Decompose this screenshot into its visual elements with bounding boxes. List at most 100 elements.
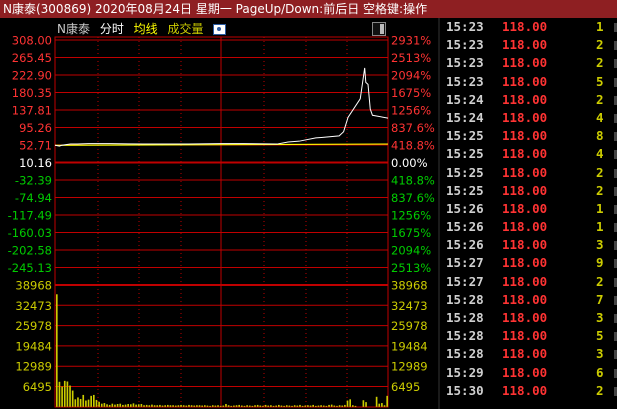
tick-price: 118.00: [502, 164, 548, 180]
volume-bar: [114, 404, 116, 407]
volume-bar: [161, 405, 164, 407]
volume-bar: [74, 399, 77, 407]
volume-bar: [156, 405, 159, 407]
volume-bar: [93, 394, 95, 407]
tick-volume: 2: [596, 382, 604, 398]
volume-bar: [151, 404, 153, 407]
volume-bar: [241, 405, 243, 407]
volume-bar: [201, 405, 203, 407]
volume-bar: [82, 394, 85, 407]
volume-bar: [69, 385, 71, 407]
tick-price: 118.00: [502, 219, 548, 235]
volume-bar: [196, 405, 198, 407]
tick-volume: 2: [596, 37, 604, 53]
volume-bar: [386, 395, 388, 407]
tick-time: 15:29: [446, 364, 484, 380]
camera-icon[interactable]: [213, 24, 227, 35]
volume-bar: [198, 405, 201, 407]
volume-bar: [135, 404, 137, 407]
tick-volume: 6: [596, 364, 604, 380]
volume-bar: [325, 405, 328, 407]
tick-volume: 7: [596, 291, 604, 307]
tick-row: 15:24 118.00 4: [440, 109, 617, 127]
volume-bar: [336, 405, 338, 407]
tick-volume: 1: [596, 200, 604, 216]
volume-bar: [301, 405, 304, 407]
tick-time: 15:28: [446, 346, 484, 362]
volume-bar: [103, 403, 106, 407]
tick-row: 15:26 118.00 3: [440, 236, 617, 254]
volume-bar: [130, 404, 132, 407]
volume-bar: [209, 405, 211, 407]
tick-volume: 2: [596, 273, 604, 289]
tick-volume: 5: [596, 73, 604, 89]
tick-volume: 4: [596, 109, 604, 125]
volume-bar: [285, 405, 288, 407]
volume-tick-label-right: 25978: [391, 319, 428, 333]
tick-list: 15:23 118.00 1 15:23 118.00 2 15:23 118.00 2 15:2…: [440, 18, 617, 400]
tick-price: 118.00: [502, 291, 548, 307]
volume-button[interactable]: 成交量: [168, 22, 204, 36]
price-tick-label: 95.26: [19, 121, 52, 135]
volume-tick-label-right: 6495: [391, 380, 420, 394]
volume-bar: [333, 405, 336, 407]
tick-row: 15:26 118.00 1: [440, 200, 617, 218]
volume-tick-label-right: 38968: [391, 279, 428, 293]
volume-bar: [288, 405, 291, 407]
price-tick-label: 222.90: [12, 69, 52, 83]
volume-bar: [148, 405, 151, 407]
tick-volume: 3: [596, 310, 604, 325]
tick-row: 15:29 118.00 6: [440, 364, 617, 382]
volume-bar: [307, 405, 309, 407]
volume-bar: [79, 398, 82, 407]
volume-bar: [230, 405, 233, 407]
volume-bar: [106, 404, 108, 407]
tick-time: 15:23: [446, 19, 484, 34]
tick-time: 15:27: [446, 255, 484, 271]
volume-bar: [167, 404, 169, 407]
price-tick-label: 137.81: [12, 104, 52, 118]
pct-tick-label: 1675%: [391, 226, 431, 240]
panel-toggle-button[interactable]: [372, 22, 386, 36]
volume-bar: [204, 405, 206, 407]
chart-toolbar: N康泰 分时 均线 成交量: [57, 21, 232, 37]
volume-bar: [354, 405, 357, 407]
volume-bar: [248, 405, 251, 407]
tick-volume: 2: [596, 182, 604, 198]
avg-line-button[interactable]: 均线: [134, 22, 158, 36]
volume-bar: [280, 405, 283, 407]
price-tick-label: 308.00: [12, 34, 52, 48]
volume-bar: [124, 404, 127, 407]
price-tick-label: 52.71: [19, 139, 52, 153]
volume-bar: [217, 405, 219, 407]
volume-bar: [180, 404, 182, 407]
tick-volume: 3: [596, 237, 604, 253]
volume-bar: [145, 404, 148, 407]
intraday-chart[interactable]: 308.00 2931% 265.45 2513% 222.90 2094% 180.35 1…: [0, 18, 440, 409]
volume-bar: [267, 405, 270, 407]
volume-bar: [312, 404, 314, 407]
volume-bar: [251, 405, 254, 407]
volume-bar: [320, 405, 322, 407]
tick-price: 118.00: [502, 19, 548, 34]
pct-tick-label: 2513%: [391, 51, 431, 65]
tick-volume: 8: [596, 128, 604, 144]
volume-bar: [235, 405, 238, 407]
fenshi-button[interactable]: 分时: [100, 22, 124, 36]
volume-tick-label: 12989: [15, 360, 52, 374]
tick-volume: 2: [596, 91, 604, 107]
tick-row: 15:30 118.00 2: [440, 382, 617, 400]
tick-price: 118.00: [502, 255, 548, 271]
tick-volume: 1: [596, 219, 604, 235]
price-tick-label: 180.35: [12, 86, 52, 100]
volume-bar: [338, 405, 341, 407]
stock-name: N康泰: [57, 22, 90, 36]
volume-bar: [296, 405, 299, 407]
volume-bar: [177, 405, 180, 407]
tick-price: 118.00: [502, 200, 548, 216]
tick-time: 15:24: [446, 91, 484, 107]
volume-bar: [299, 404, 301, 407]
volume-bar: [315, 405, 317, 407]
volume-bar: [219, 405, 222, 407]
volume-bar: [214, 405, 217, 407]
